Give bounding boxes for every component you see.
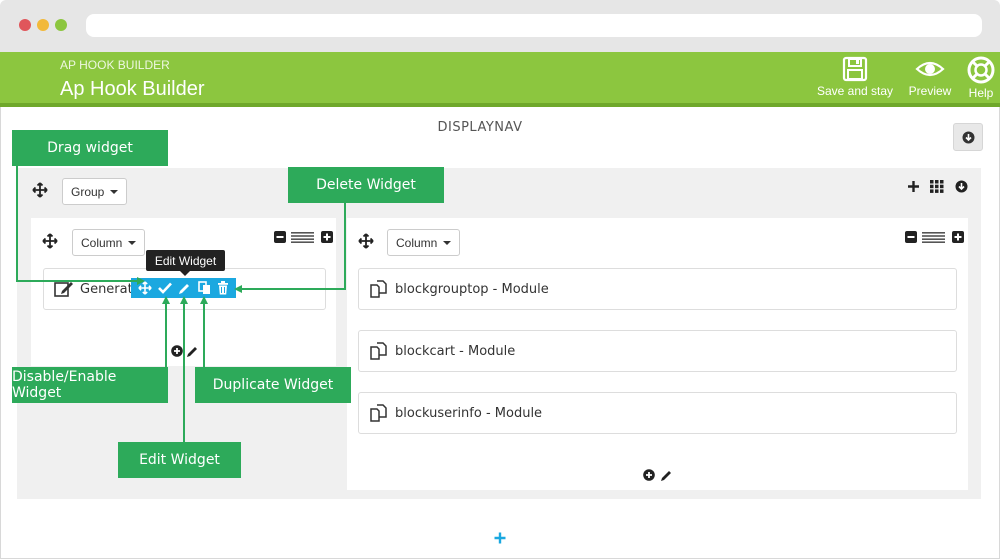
callout-drag-widget: Drag widget <box>12 130 168 166</box>
callout-edit-widget: Edit Widget <box>118 442 241 478</box>
callout-duplicate-widget: Duplicate Widget <box>195 367 351 403</box>
callout-disable-enable-widget: Disable/Enable Widget <box>12 367 168 403</box>
callout-delete-widget: Delete Widget <box>288 167 444 203</box>
